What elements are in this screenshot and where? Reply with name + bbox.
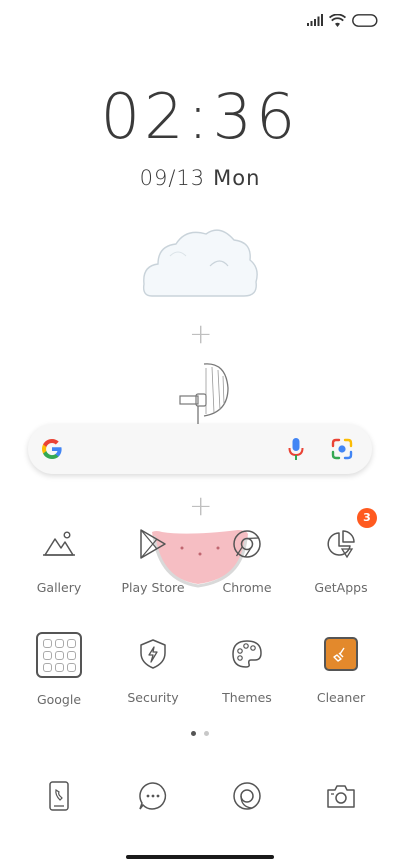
app-gallery[interactable]: Gallery <box>11 520 107 595</box>
page-indicator <box>0 731 400 736</box>
app-label: Google <box>36 692 82 707</box>
app-google-folder[interactable]: Google <box>11 630 107 707</box>
messages-icon <box>139 782 167 810</box>
app-cleaner[interactable]: Cleaner <box>293 630 389 705</box>
app-label: GetApps <box>314 580 368 595</box>
chrome-icon <box>233 530 261 558</box>
google-lens-icon[interactable] <box>330 437 354 461</box>
google-g-icon <box>42 439 62 459</box>
app-security[interactable]: Security <box>105 630 201 705</box>
dock-camera[interactable] <box>317 772 365 820</box>
cloud-illustration <box>142 229 258 297</box>
mic-icon[interactable] <box>288 437 304 461</box>
dock-messages[interactable] <box>129 772 177 820</box>
app-label: Security <box>127 690 179 705</box>
google-folder-icon <box>36 632 82 678</box>
app-chrome[interactable]: Chrome <box>199 520 295 595</box>
date-weekday: Mon <box>213 166 261 190</box>
app-play-store[interactable]: Play Store <box>105 520 201 595</box>
security-icon <box>140 639 166 669</box>
home-indicator[interactable] <box>126 855 274 859</box>
phone-icon <box>49 781 69 811</box>
dock-browser[interactable] <box>223 772 271 820</box>
app-getapps[interactable]: 3 GetApps <box>293 508 389 595</box>
cleaner-icon <box>324 637 358 671</box>
add-widget-plus-icon[interactable]: + <box>189 492 212 520</box>
clock-date[interactable]: 09/13 Mon <box>0 166 400 190</box>
getapps-icon <box>327 530 355 559</box>
dock-phone[interactable] <box>35 772 83 820</box>
page-dot[interactable] <box>204 731 209 736</box>
status-bar <box>307 10 378 30</box>
browser-icon <box>233 782 261 810</box>
clock-time[interactable]: 02:36 <box>0 86 400 148</box>
wifi-icon <box>329 13 346 27</box>
app-label: Themes <box>222 690 272 705</box>
app-themes[interactable]: Themes <box>199 630 295 705</box>
app-label: Chrome <box>222 580 272 595</box>
google-search-bar[interactable] <box>28 424 372 474</box>
app-label: Cleaner <box>316 690 366 705</box>
battery-icon <box>352 13 378 27</box>
camera-icon <box>327 785 355 808</box>
notification-badge: 3 <box>357 508 377 528</box>
add-widget-plus-icon[interactable]: + <box>189 320 212 348</box>
app-label: Gallery <box>36 580 82 595</box>
gallery-icon <box>43 531 75 556</box>
signal-icon <box>307 14 323 26</box>
page-dot-active[interactable] <box>191 731 196 736</box>
fan-illustration <box>179 363 229 424</box>
play-store-icon <box>140 529 166 559</box>
themes-icon <box>232 640 262 668</box>
app-label: Play Store <box>121 580 185 595</box>
date-numeric: 09/13 <box>139 166 206 190</box>
